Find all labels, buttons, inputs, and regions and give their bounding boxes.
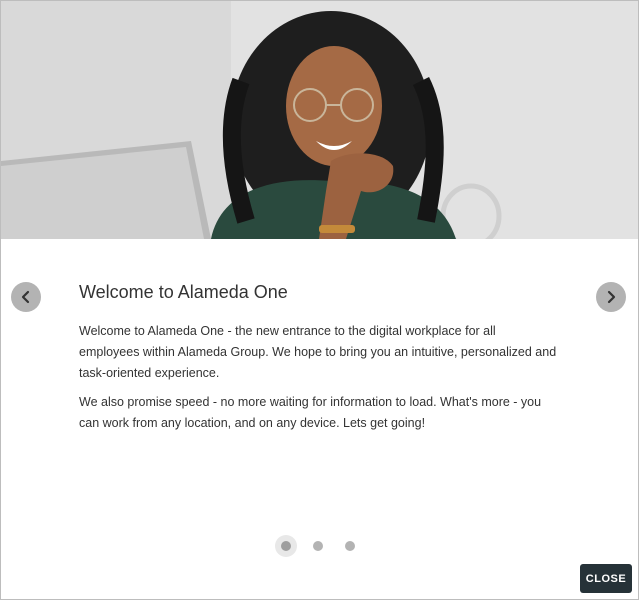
- close-button[interactable]: CLOSE: [580, 564, 632, 593]
- slide-body: Welcome to Alameda One - the new entranc…: [79, 321, 559, 442]
- carousel-pagination: [275, 535, 365, 557]
- chevron-left-icon: [21, 290, 30, 304]
- hero-image: [1, 1, 638, 239]
- slide-paragraph: Welcome to Alameda One - the new entranc…: [79, 324, 557, 380]
- next-slide-button[interactable]: [596, 282, 626, 312]
- pagination-dot-1[interactable]: [275, 535, 297, 557]
- slide-paragraph: We also promise speed - no more waiting …: [79, 395, 542, 430]
- pagination-dot-3[interactable]: [339, 535, 361, 557]
- pagination-dot-2[interactable]: [307, 535, 329, 557]
- previous-slide-button[interactable]: [11, 282, 41, 312]
- slide-title: Welcome to Alameda One: [79, 282, 288, 302]
- chevron-right-icon: [607, 290, 616, 304]
- welcome-dialog: Welcome to Alameda One Welcome to Alamed…: [0, 0, 639, 600]
